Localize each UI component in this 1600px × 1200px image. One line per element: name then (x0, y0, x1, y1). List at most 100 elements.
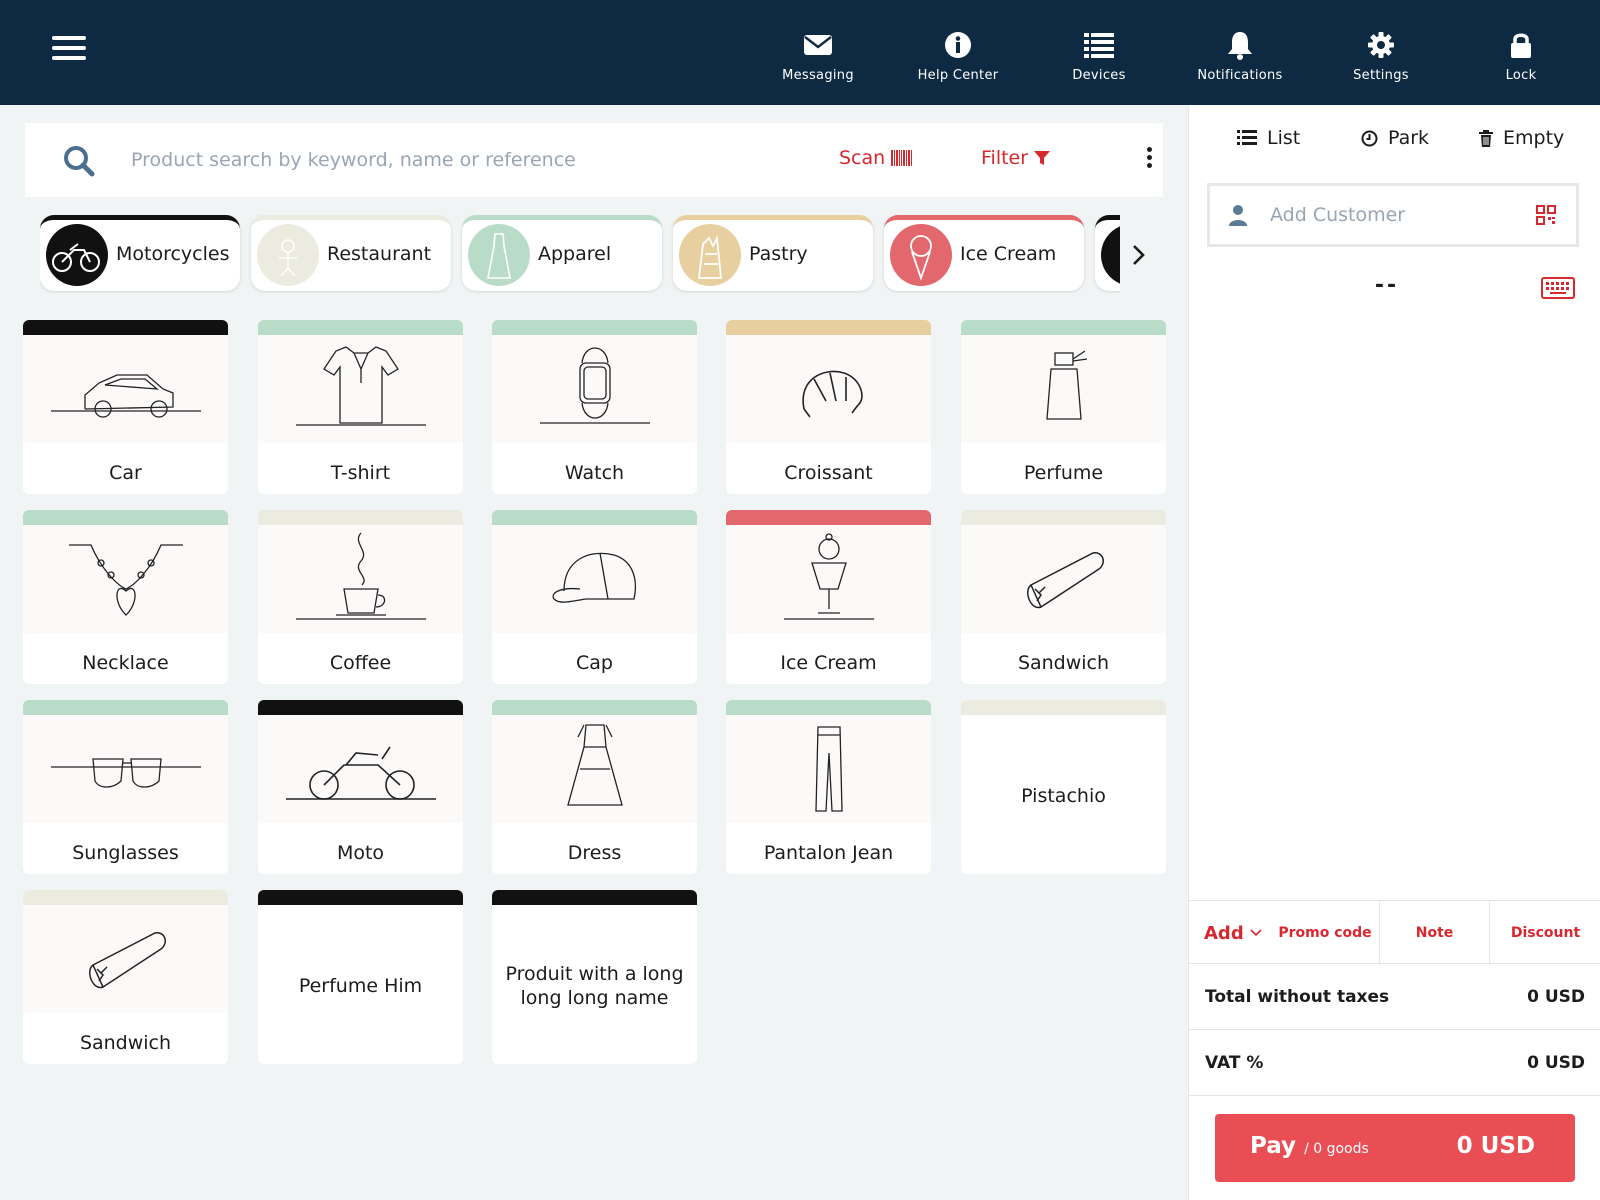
product-name: Moto (336, 842, 385, 864)
gear-icon (1368, 32, 1394, 58)
product-name: Sunglasses (72, 842, 179, 864)
product-search-input[interactable] (131, 141, 691, 179)
product-tile[interactable]: Dress (492, 700, 697, 874)
nav-label: Messaging (782, 68, 854, 83)
promo-code-button[interactable]: Promo code (1275, 901, 1375, 965)
cart-actions: Add Promo code Note Discount (1189, 900, 1600, 965)
product-name: Sandwich (79, 1032, 172, 1054)
tile-color-band (258, 700, 463, 715)
barcode-icon (891, 150, 913, 166)
product-name: Pantalon Jean (763, 842, 894, 864)
category-label: Motorcycles (116, 243, 230, 265)
product-tile[interactable]: Watch (492, 320, 697, 494)
envelope-icon (804, 35, 832, 55)
nav-label: Devices (1072, 68, 1126, 83)
total-without-taxes-row: Total without taxes 0 USD (1189, 965, 1600, 1030)
product-tile[interactable]: Necklace (23, 510, 228, 684)
product-name: Necklace (82, 652, 169, 674)
pay-button[interactable]: Pay / 0 goods 0 USD (1215, 1114, 1575, 1182)
category-label: Apparel (538, 243, 612, 265)
more-options-icon[interactable] (1139, 147, 1159, 175)
filter-button[interactable]: Filter (981, 147, 1051, 169)
product-tile[interactable]: Sandwich (23, 890, 228, 1064)
category-chip[interactable]: Restaurant (251, 215, 451, 291)
category-label: Pastry (749, 243, 808, 265)
qr-code-icon[interactable] (1536, 205, 1556, 225)
hamburger-menu-icon[interactable] (52, 36, 86, 66)
chevron-right-icon[interactable] (1124, 238, 1154, 272)
product-tile[interactable]: Ice Cream (726, 510, 931, 684)
bell-icon (1228, 32, 1252, 60)
nav-label: Notifications (1197, 68, 1283, 83)
list-button[interactable]: List (1237, 127, 1300, 149)
tile-color-band (726, 700, 931, 715)
product-tile[interactable]: Sandwich (961, 510, 1166, 684)
nav-label: Help Center (917, 68, 999, 83)
lock-icon (1511, 33, 1531, 58)
croissant-icon (726, 335, 931, 443)
add-label: Add (1204, 922, 1244, 944)
trash-icon (1479, 129, 1493, 147)
tshirt-icon (258, 335, 463, 443)
product-tile[interactable]: Pistachio (961, 700, 1166, 874)
product-tile[interactable]: Pantalon Jean (726, 700, 931, 874)
ice-cream-icon (890, 224, 952, 286)
note-button[interactable]: Note (1380, 901, 1489, 965)
add-customer-input[interactable] (1270, 200, 1520, 230)
discount-button[interactable]: Discount (1490, 901, 1600, 965)
tile-color-band (961, 700, 1166, 715)
cart-toolbar: List Park Empty (1189, 127, 1600, 159)
ticket-placeholder: -- (1374, 273, 1400, 298)
product-tile[interactable]: Coffee (258, 510, 463, 684)
add-dropdown[interactable]: Add (1189, 901, 1275, 965)
tile-color-band (492, 510, 697, 525)
tile-color-band (23, 700, 228, 715)
nav-devices[interactable]: Devices (1034, 30, 1164, 83)
tile-color-band (726, 510, 931, 525)
pay-amount: 0 USD (1456, 1133, 1535, 1159)
category-thumbnail (1101, 224, 1120, 286)
tile-color-band (23, 890, 228, 905)
product-tile[interactable]: Perfume (961, 320, 1166, 494)
tile-color-band (258, 510, 463, 525)
product-tile[interactable]: Cap (492, 510, 697, 684)
scan-button[interactable]: Scan (839, 147, 913, 169)
category-chip[interactable]: Motorcycles (40, 215, 240, 291)
filter-label: Filter (981, 147, 1029, 169)
cap-icon (492, 525, 697, 633)
product-name: Perfume Him (298, 974, 423, 997)
product-tile[interactable]: Croissant (726, 320, 931, 494)
product-tile[interactable]: T-shirt (258, 320, 463, 494)
nav-notifications[interactable]: Notifications (1175, 30, 1305, 83)
nav-help-center[interactable]: Help Center (893, 30, 1023, 83)
empty-cart-button[interactable]: Empty (1479, 127, 1564, 149)
vat-label: VAT % (1205, 1053, 1264, 1073)
list-icon (1237, 130, 1257, 145)
category-chip[interactable]: Ice Cream (884, 215, 1084, 291)
product-tile[interactable]: Car (23, 320, 228, 494)
nav-lock[interactable]: Lock (1456, 30, 1586, 83)
chevron-down-icon (1250, 929, 1262, 937)
keyboard-icon[interactable] (1541, 277, 1575, 299)
nav-settings[interactable]: Settings (1316, 30, 1446, 83)
tile-color-band (258, 320, 463, 335)
search-bar: Scan Filter (25, 123, 1163, 197)
tile-color-band (961, 320, 1166, 335)
product-tile[interactable]: Perfume Him (258, 890, 463, 1064)
dress-icon (492, 715, 697, 823)
category-label: Ice Cream (960, 243, 1057, 265)
product-tile[interactable]: Moto (258, 700, 463, 874)
nav-messaging[interactable]: Messaging (753, 30, 883, 83)
product-tile[interactable]: Produit with a long long long name (492, 890, 697, 1064)
category-chip-partial[interactable] (1095, 215, 1120, 291)
empty-label: Empty (1503, 127, 1565, 149)
product-tile[interactable]: Sunglasses (23, 700, 228, 874)
park-button[interactable]: Park (1361, 127, 1429, 149)
category-chip[interactable]: Apparel (462, 215, 662, 291)
category-chip[interactable]: Pastry (673, 215, 873, 291)
tile-color-band (23, 320, 228, 335)
product-name: Watch (564, 462, 625, 484)
search-icon[interactable] (63, 145, 95, 177)
user-icon (1229, 205, 1247, 226)
tile-color-band (726, 320, 931, 335)
